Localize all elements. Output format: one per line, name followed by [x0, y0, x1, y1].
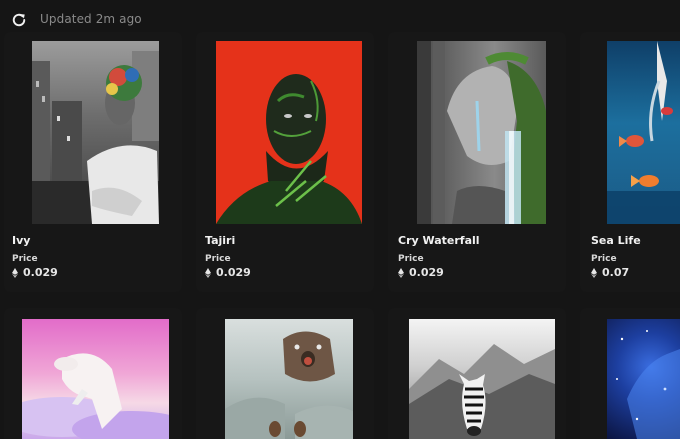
- price-amount: 0.07: [602, 266, 630, 279]
- nft-card-polar-bear[interactable]: [4, 308, 182, 439]
- nft-card-ivy[interactable]: Ivy Price 0.029: [4, 32, 182, 292]
- nft-title: Cry Waterfall: [398, 234, 480, 247]
- price-amount: 0.029: [409, 266, 444, 279]
- price-label: Price: [12, 254, 38, 264]
- nft-title: Ivy: [12, 234, 31, 247]
- ethereum-icon: [205, 267, 211, 278]
- price-label: Price: [205, 254, 231, 264]
- nft-artwork-zebra: [409, 319, 555, 439]
- price-label: Price: [591, 254, 617, 264]
- nft-artwork-cry-waterfall: [417, 41, 546, 224]
- nft-card-galaxy[interactable]: [580, 308, 680, 439]
- price-amount: 0.029: [23, 266, 58, 279]
- nft-card-sea-life[interactable]: Sea Life Price 0.07: [580, 32, 680, 292]
- nft-artwork-ivy: [32, 41, 159, 224]
- nft-artwork-galaxy: [607, 319, 680, 439]
- nft-artwork-tajiri: [216, 41, 362, 224]
- nft-card-cry-waterfall[interactable]: Cry Waterfall Price 0.029: [388, 32, 566, 292]
- nft-artwork-bear: [225, 319, 353, 439]
- ethereum-icon: [398, 267, 404, 278]
- refresh-icon[interactable]: [10, 11, 28, 29]
- nft-artwork-polar-bear: [22, 319, 169, 439]
- ethereum-icon: [12, 267, 18, 278]
- nft-card-tajiri[interactable]: Tajiri Price 0.029: [196, 32, 374, 292]
- price-value: 0.07: [591, 266, 629, 279]
- nft-card-bear[interactable]: [196, 308, 374, 439]
- nft-title: Sea Life: [591, 234, 641, 247]
- price-value: 0.029: [398, 266, 444, 279]
- nft-card-zebra[interactable]: [388, 308, 566, 439]
- price-label: Price: [398, 254, 424, 264]
- updated-status: Updated 2m ago: [40, 12, 142, 26]
- ethereum-icon: [591, 267, 597, 278]
- price-value: 0.029: [205, 266, 251, 279]
- price-value: 0.029: [12, 266, 58, 279]
- nft-artwork-sea-life: [607, 41, 680, 224]
- price-amount: 0.029: [216, 266, 251, 279]
- nft-title: Tajiri: [205, 234, 236, 247]
